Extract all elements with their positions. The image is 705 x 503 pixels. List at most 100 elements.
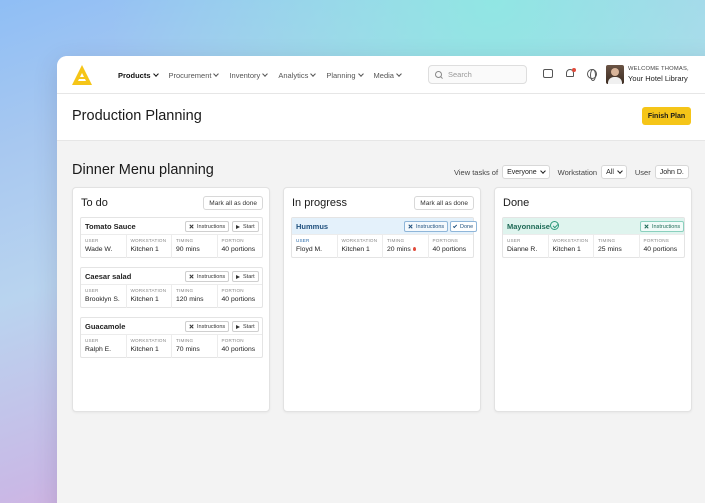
utensils-icon: [189, 224, 194, 229]
field-label: PORTION: [221, 238, 244, 243]
user-select[interactable]: John D.: [654, 165, 689, 179]
nav-procurement-label: Procurement: [168, 70, 212, 80]
field-label: TIMING: [176, 288, 194, 293]
flame-icon: [412, 247, 416, 251]
done-button[interactable]: Done: [450, 221, 478, 232]
field-value: Kitchen 1: [130, 296, 159, 303]
field-value: Dianne R.: [507, 246, 538, 253]
user-avatar[interactable]: [606, 65, 624, 84]
workstation-value: All: [606, 168, 614, 176]
field-value: 90 mins: [176, 246, 200, 253]
task-name: Guacamole: [85, 322, 126, 331]
nav-products[interactable]: Products: [118, 71, 159, 80]
field-value: Kitchen 1: [130, 246, 159, 253]
start-button[interactable]: Start: [232, 271, 259, 282]
search-icon: [435, 70, 443, 79]
field-value: 20 mins: [387, 246, 411, 253]
app-logo[interactable]: [71, 64, 93, 86]
field-value: Wade W.: [85, 246, 113, 253]
play-icon: [236, 274, 240, 279]
start-label: Start: [243, 223, 255, 230]
column-title: Done: [503, 197, 530, 209]
chevron-down-icon: [357, 71, 364, 77]
task-header: Mayonnaise Instructions: [503, 218, 685, 235]
start-button[interactable]: Start: [232, 321, 259, 332]
top-navigation: Products Procurement Inventory Analytics…: [57, 56, 705, 94]
task-details: USER Wade W. WORKSTATION Kitchen 1 TIMING 9…: [81, 235, 262, 258]
nav-analytics-label: Analytics: [278, 70, 309, 80]
nav-planning[interactable]: Planning: [326, 70, 364, 80]
workstation-cell: WORKSTATION Kitchen 1: [549, 235, 594, 258]
message-icon[interactable]: [543, 69, 553, 78]
timing-cell: TIMING 120 mins: [172, 285, 218, 308]
user-cell: USER Brooklyn S.: [81, 285, 127, 308]
instructions-label: Instructions: [197, 223, 226, 230]
instructions-button[interactable]: Instructions: [185, 321, 230, 332]
timing-cell: TIMING 70 mins: [172, 335, 218, 358]
timing-cell: TIMING 90 mins: [172, 235, 218, 258]
start-button[interactable]: Start: [232, 221, 259, 232]
nav-inventory[interactable]: Inventory: [229, 70, 269, 80]
field-value: 40 portions: [221, 346, 256, 353]
task-card[interactable]: Hummus Instructions Done USER Floyd M. WO…: [291, 217, 478, 258]
globe-icon[interactable]: [587, 69, 597, 81]
task-card[interactable]: Guacamole Instructions Start USER Ralph E…: [80, 317, 263, 358]
field-value: 120 mins: [176, 296, 204, 303]
field-label: TIMING: [598, 238, 616, 243]
field-label: TIMING: [387, 238, 405, 243]
field-value: Kitchen 1: [552, 246, 581, 253]
user-cell: USER Dianne R.: [503, 235, 549, 258]
nav-planning-label: Planning: [326, 70, 356, 80]
check-icon: [452, 223, 458, 228]
task-details: USER Dianne R. WORKSTATION Kitchen 1 TIMIN…: [503, 235, 684, 258]
nav-procurement[interactable]: Procurement: [168, 70, 220, 80]
workstation-select[interactable]: All: [601, 165, 627, 179]
mark-all-done-button[interactable]: Mark all as done: [414, 196, 474, 210]
task-name: Mayonnaise: [507, 222, 550, 231]
user-menu[interactable]: WELCOME THOMAS, Your Hotel Library: [628, 66, 689, 83]
field-label: PORTIONS: [432, 238, 459, 243]
play-icon: [236, 224, 240, 229]
user-cell: USER Ralph E.: [81, 335, 127, 358]
task-card[interactable]: Caesar salad Instructions Start USER Broo…: [80, 267, 263, 308]
instructions-button[interactable]: Instructions: [640, 221, 685, 232]
field-label: WORKSTATION: [130, 338, 167, 343]
instructions-button[interactable]: Instructions: [185, 221, 230, 232]
field-value: 25 mins: [598, 246, 622, 253]
task-name: Hummus: [296, 222, 329, 231]
finish-plan-button[interactable]: Finish Plan: [642, 107, 691, 125]
user-label: User: [634, 167, 651, 177]
portion-cell: PORTIONS 40 portions: [429, 235, 474, 258]
user-cell: USER Floyd M.: [292, 235, 338, 258]
field-label: USER: [85, 288, 99, 293]
instructions-button[interactable]: Instructions: [404, 221, 449, 232]
instructions-label: Instructions: [416, 223, 445, 230]
mark-all-done-button[interactable]: Mark all as done: [203, 196, 263, 210]
task-header: Caesar salad Instructions Start: [81, 268, 262, 285]
nav-inventory-label: Inventory: [229, 70, 261, 80]
nav-media[interactable]: Media: [374, 71, 402, 80]
field-value: 40 portions: [643, 246, 678, 253]
field-value: 40 portions: [221, 246, 256, 253]
instructions-button[interactable]: Instructions: [185, 271, 230, 282]
timing-cell: TIMING 20 mins: [383, 235, 429, 258]
welcome-text: WELCOME THOMAS,: [628, 66, 689, 72]
notification-bell-icon[interactable]: [565, 68, 577, 80]
start-label: Start: [243, 323, 255, 330]
page-header: Production Planning Finish Plan: [57, 94, 705, 141]
field-value: Ralph E.: [85, 346, 112, 353]
nav-analytics[interactable]: Analytics: [278, 70, 317, 80]
search-input[interactable]: Search: [428, 65, 527, 84]
task-header: Tomato Sauce Instructions Start: [81, 218, 262, 235]
organization-name: Your Hotel Library: [628, 74, 688, 83]
workstation-cell: WORKSTATION Kitchen 1: [127, 285, 172, 308]
task-card[interactable]: Tomato Sauce Instructions Start USER Wade…: [80, 217, 263, 258]
field-value: Brooklyn S.: [85, 296, 120, 303]
view-tasks-select[interactable]: Everyone: [502, 165, 550, 179]
task-details: USER Floyd M. WORKSTATION Kitchen 1 TIMING…: [292, 235, 473, 258]
search-placeholder: Search: [448, 70, 472, 79]
task-name: Tomato Sauce: [85, 222, 136, 231]
field-label: WORKSTATION: [341, 238, 378, 243]
chevron-down-icon: [213, 71, 220, 77]
task-card[interactable]: Mayonnaise Instructions USER Dianne R. WO…: [502, 217, 685, 258]
